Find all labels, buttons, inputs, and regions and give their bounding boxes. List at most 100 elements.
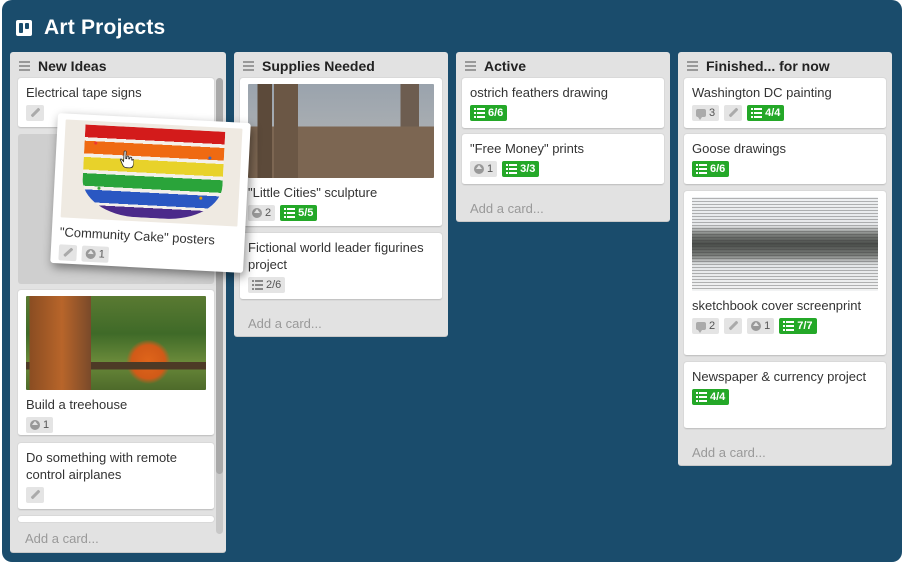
checklist-badge: 4/4 xyxy=(747,105,785,121)
add-card-link[interactable]: Add a card... xyxy=(692,445,766,460)
list-header[interactable]: New Ideas xyxy=(10,52,226,80)
checklist-icon xyxy=(252,280,263,290)
list-menu-icon[interactable] xyxy=(243,61,254,71)
votes-count: 1 xyxy=(764,320,771,332)
checklist-count: 5/5 xyxy=(298,207,314,219)
checklist-count: 6/6 xyxy=(488,107,504,119)
votes-count: 1 xyxy=(98,248,106,261)
card[interactable]: "Free Money" prints 1 3/3 xyxy=(462,134,664,185)
list-menu-icon[interactable] xyxy=(19,61,30,71)
vote-icon xyxy=(751,321,762,331)
card-title: Goose drawings xyxy=(692,141,786,156)
checklist-badge: 6/6 xyxy=(692,161,730,177)
comments-count: 3 xyxy=(709,107,716,119)
pencil-icon xyxy=(728,108,738,118)
hand-grab-cursor-icon xyxy=(119,150,135,169)
checklist-icon xyxy=(284,208,296,218)
list-finished: Finished... for now Washington DC painti… xyxy=(678,52,892,466)
comments-badge: 3 xyxy=(692,105,720,121)
checklist-icon xyxy=(783,321,795,331)
vote-icon xyxy=(85,248,96,260)
votes-badge: 1 xyxy=(81,245,110,263)
checklist-count: 3/3 xyxy=(520,163,536,175)
list-title[interactable]: Finished... for now xyxy=(706,58,830,74)
list-title[interactable]: Supplies Needed xyxy=(262,58,375,74)
card-title: ostrich feathers drawing xyxy=(470,85,609,100)
checklist-icon xyxy=(474,108,485,118)
checklist-icon xyxy=(696,392,707,402)
pencil-icon xyxy=(63,247,74,258)
checklist-count: 2/6 xyxy=(266,279,282,291)
card[interactable]: Build a treehouse 1 xyxy=(18,290,214,436)
checklist-badge: 5/5 xyxy=(280,205,318,221)
card[interactable]: Washington DC painting 3 4/4 xyxy=(684,78,886,129)
comments-badge: 2 xyxy=(692,318,720,334)
card-title: Build a treehouse xyxy=(26,397,128,412)
list-menu-icon[interactable] xyxy=(687,61,698,71)
checklist-icon xyxy=(506,164,518,174)
checklist-count: 6/6 xyxy=(710,163,726,175)
checklist-badge: 7/7 xyxy=(779,318,817,334)
pencil-icon xyxy=(728,321,738,331)
card[interactable]: Goose drawings 6/6 xyxy=(684,134,886,185)
card[interactable]: ostrich feathers drawing 6/6 xyxy=(462,78,664,129)
card-title: "Little Cities" sculpture xyxy=(248,185,378,200)
card[interactable]: sketchbook cover screenprint 2 1 7/7 xyxy=(684,191,886,356)
list-title[interactable]: New Ideas xyxy=(38,58,106,74)
card-title: Newspaper & currency project xyxy=(692,369,867,384)
votes-badge: 1 xyxy=(747,318,775,334)
list-menu-icon[interactable] xyxy=(465,61,476,71)
add-card-link[interactable]: Add a card... xyxy=(470,201,544,216)
vote-icon xyxy=(252,208,262,218)
card[interactable]: Fictional world leader figurines project… xyxy=(240,233,442,300)
card-title: Fictional world leader figurines project xyxy=(248,240,424,272)
add-card-link[interactable]: Add a card... xyxy=(25,531,99,546)
checklist-badge: 4/4 xyxy=(692,389,730,405)
checklist-count: 4/4 xyxy=(710,391,726,403)
description-badge xyxy=(26,105,44,121)
board-header: Art Projects xyxy=(16,14,165,42)
checklist-count: 7/7 xyxy=(797,320,813,332)
pencil-icon xyxy=(30,108,40,118)
votes-count: 1 xyxy=(487,163,494,175)
comments-count: 2 xyxy=(709,320,716,332)
add-card-link[interactable]: Add a card... xyxy=(248,316,322,331)
checklist-badge: 2/6 xyxy=(248,277,286,293)
list-active: Active ostrich feathers drawing 6/6 "Fre… xyxy=(456,52,670,222)
list-title[interactable]: Active xyxy=(484,58,526,74)
card-title: Do something with remote control airplan… xyxy=(26,450,178,482)
card-cover-image-treehouse xyxy=(26,296,206,390)
card[interactable]: Newspaper & currency project 4/4 xyxy=(684,362,886,429)
card-title: Washington DC painting xyxy=(692,85,832,100)
card-cover-image-sketch xyxy=(692,197,878,291)
card[interactable]: "Little Cities" sculpture 2 5/5 xyxy=(240,78,442,227)
votes-badge: 2 xyxy=(248,205,276,221)
card-cover-image-cake xyxy=(60,119,243,227)
dragged-card[interactable]: "Community Cake" posters 1 xyxy=(50,113,251,273)
votes-badge: 1 xyxy=(26,417,54,433)
description-badge xyxy=(724,318,743,334)
list-header[interactable]: Finished... for now xyxy=(678,52,892,80)
card-partial[interactable] xyxy=(18,516,214,522)
description-badge xyxy=(26,487,44,503)
board-title[interactable]: Art Projects xyxy=(44,16,165,40)
comment-icon xyxy=(696,108,706,120)
card-title: sketchbook cover screenprint xyxy=(692,298,862,313)
card-title: Electrical tape signs xyxy=(26,85,142,100)
card[interactable]: Do something with remote control airplan… xyxy=(18,443,214,510)
votes-count: 2 xyxy=(265,207,272,219)
checklist-badge: 6/6 xyxy=(470,105,508,121)
checklist-icon xyxy=(696,164,707,174)
description-badge xyxy=(58,244,78,262)
description-badge xyxy=(724,105,743,121)
board-icon xyxy=(16,20,32,36)
votes-count: 1 xyxy=(43,419,50,431)
vote-icon xyxy=(30,420,40,430)
board: Art Projects New Ideas Electrical tape s… xyxy=(2,0,902,562)
list-supplies-needed: Supplies Needed "Little Cities" sculptur… xyxy=(234,52,448,337)
vote-icon xyxy=(474,164,484,174)
list-header[interactable]: Supplies Needed xyxy=(234,52,448,80)
votes-badge: 1 xyxy=(470,161,498,177)
list-header[interactable]: Active xyxy=(456,52,670,80)
checklist-badge: 3/3 xyxy=(502,161,540,177)
